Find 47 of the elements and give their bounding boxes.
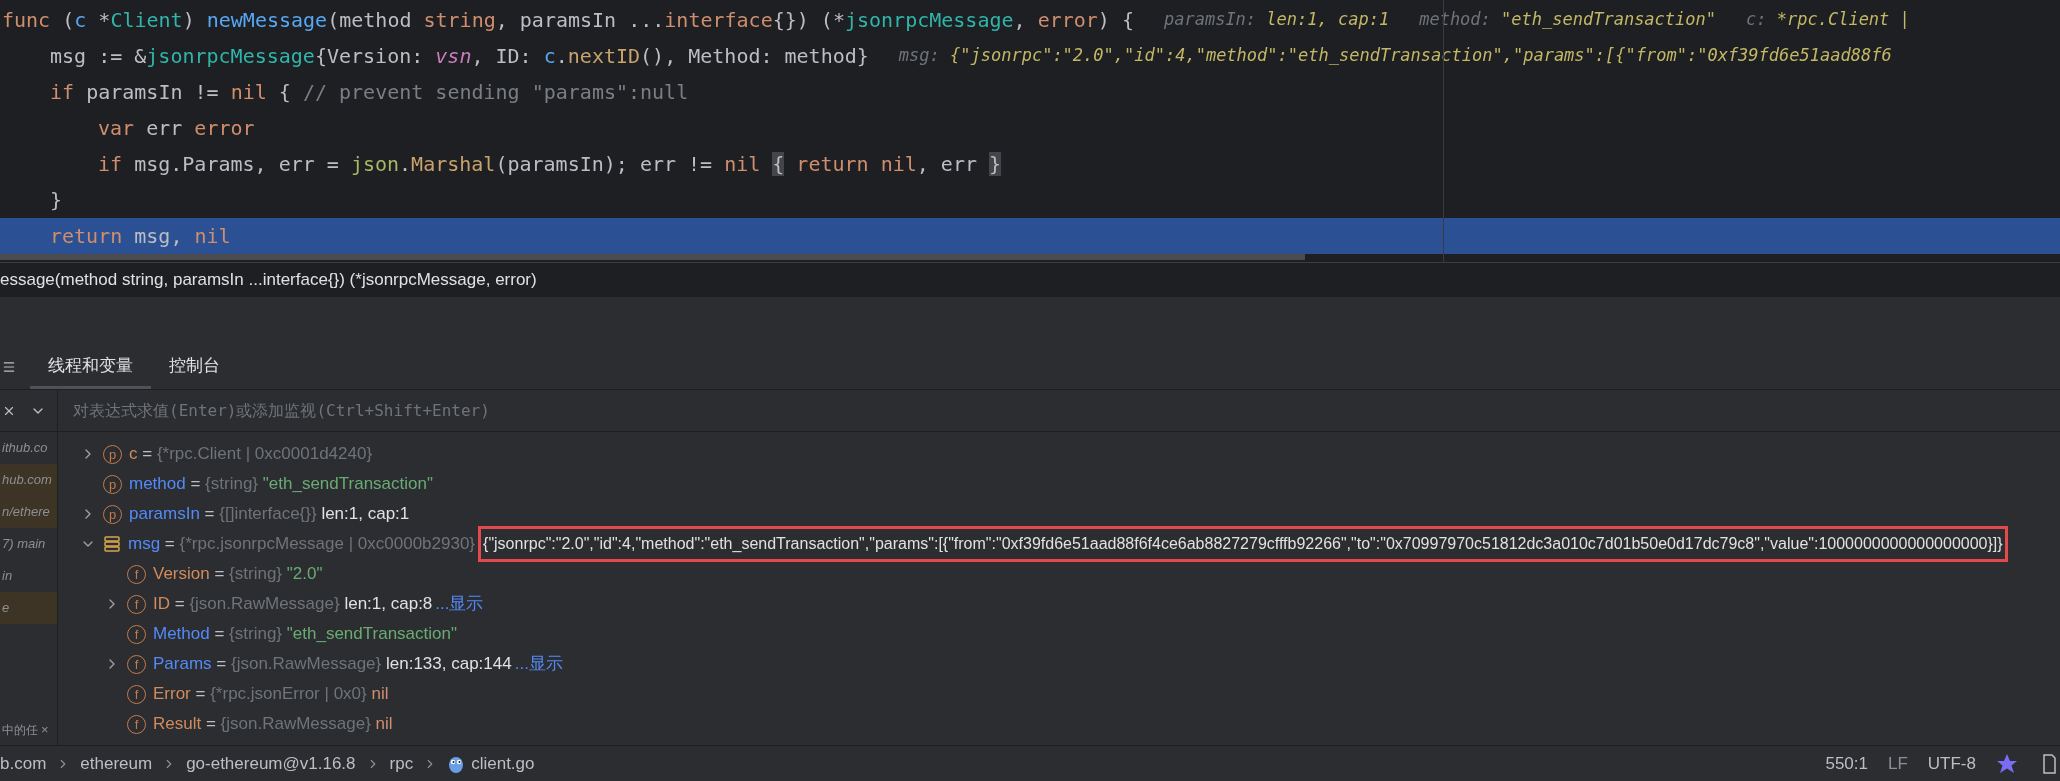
code-line: return msg, nil xyxy=(50,223,231,250)
evaluate-expression-field[interactable]: 对表达式求值(Enter)或添加监视(Ctrl+Shift+Enter) xyxy=(73,398,1973,423)
breadcrumb[interactable]: client.go xyxy=(471,750,535,777)
highlighted-value: {"jsonrpc":"2.0","id":4,"method":"eth_sendTransaction","params":[{"from":"0xf39fd6e51aad88f6f4ce6ab8827279cfffb92266","to":"0x70997970c51812dc3a010c7d01b50e0d17dc79c8","value":1000000000000000000}]} xyxy=(478,526,2008,562)
variable-entry: Params = {json.RawMessage} len:133, cap:144 xyxy=(153,653,512,676)
close-button[interactable]: × xyxy=(41,720,49,740)
code-line: if msg.Params, err = json.Marshal(paramsIn); err != nil { return nil, err } xyxy=(98,151,1003,178)
line-separator[interactable]: LF xyxy=(1888,750,1908,777)
inline-value-hint: c: *rpc.Client | xyxy=(1746,8,1910,32)
breadcrumb[interactable]: ethereum xyxy=(80,750,153,777)
stack-frame[interactable]: 7) main xyxy=(2,534,46,554)
breadcrumb[interactable]: go-ethereum@v1.16.8 xyxy=(186,750,356,777)
code-line: } xyxy=(50,187,63,214)
variable-entry: ID = {json.RawMessage} len:1, cap:8 xyxy=(153,593,433,616)
cursor-position[interactable]: 550:1 xyxy=(1825,750,1868,777)
function-signature: essage(method string, paramsIn ...interface{}) (*jsonrpcMessage, error) xyxy=(0,268,537,291)
stack-frame[interactable]: in xyxy=(2,566,13,586)
variable-entry: c = {*rpc.Client | 0xc0001d4240} xyxy=(129,443,373,466)
breadcrumb[interactable]: rpc xyxy=(389,750,414,777)
variable-entry: msg = {*rpc.jsonrpcMessage | 0xc0000b2930} xyxy=(128,533,476,556)
inline-value-hint: paramsIn: len:1, cap:1 xyxy=(1163,8,1390,32)
code-line: if paramsIn != nil { // prevent sending "params":null xyxy=(50,79,689,106)
file-icon[interactable] xyxy=(2042,753,2056,774)
code-line: func (c *Client) newMessage(method string, paramsIn ...interface{}) (*jsonrpcMessage, error) { xyxy=(2,7,1134,34)
variable-entry: Error = {*rpc.jsonError | 0x0} nil xyxy=(153,683,389,706)
panel-tab[interactable]: 控制台 xyxy=(151,345,238,389)
panel-tab[interactable]: 线程和变量 xyxy=(30,345,151,389)
inline-value-hint: method: "eth_sendTransaction" xyxy=(1419,8,1716,32)
variable-entry: paramsIn = {[]interface{}} len:1, cap:1 xyxy=(129,503,410,526)
variable-entry: Method = {string} "eth_sendTransaction" xyxy=(153,623,457,646)
sparkle-icon[interactable] xyxy=(1996,752,2018,775)
show-link[interactable]: ...显示 xyxy=(435,591,484,617)
inline-value-hint: msg: {"jsonrpc":"2.0","id":4,"method":"eth_sendTransaction","params":[{"from":"0xf39fd6e51aad88f6 xyxy=(898,44,1892,68)
variable-entry: Version = {string} "2.0" xyxy=(153,563,323,586)
variable-entry: Result = {json.RawMessage} nil xyxy=(153,713,393,736)
stack-frame[interactable]: ithub.co xyxy=(2,438,48,458)
code-line: msg := &jsonrpcMessage{Version: vsn, ID: c.nextID(), Method: method} xyxy=(50,43,869,70)
stack-frame[interactable]: e xyxy=(2,598,10,618)
menu-icon[interactable] xyxy=(2,360,16,374)
show-link[interactable]: ...显示 xyxy=(514,651,563,677)
breadcrumb[interactable]: b.com xyxy=(0,750,47,777)
variable-entry: method = {string} "eth_sendTransaction" xyxy=(129,473,433,496)
frame-filter-tab[interactable]: 中的任 xyxy=(2,721,38,739)
horizontal-scrollbar[interactable] xyxy=(0,254,1305,260)
code-line: var err error xyxy=(98,115,255,142)
file-encoding[interactable]: UTF-8 xyxy=(1927,750,1976,777)
stacked-bars-icon xyxy=(103,535,121,553)
